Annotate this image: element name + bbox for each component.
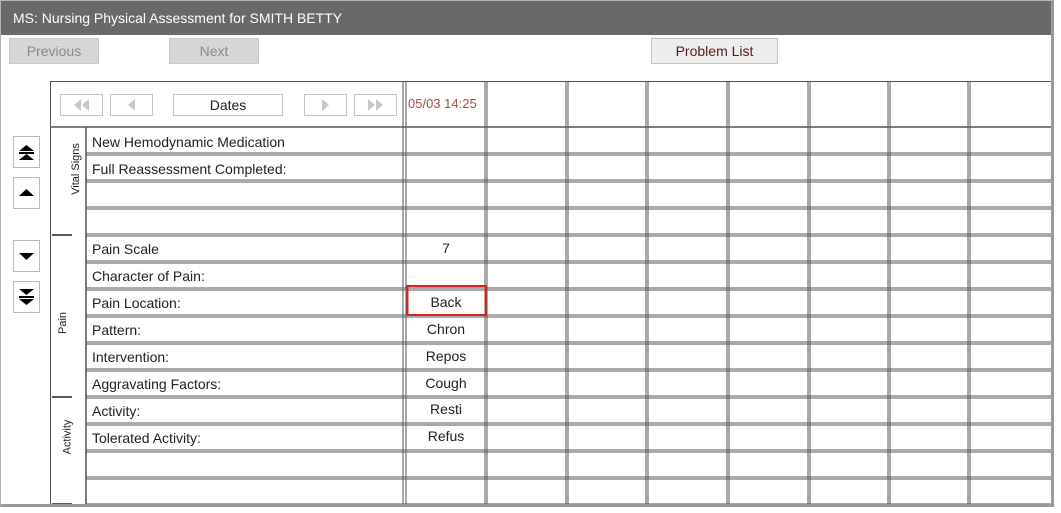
row-label-pain-location: Pain Location:	[92, 295, 181, 311]
first-dates-button[interactable]	[60, 94, 103, 116]
up-arrow-icon	[19, 189, 34, 196]
cell-tolerated-activity[interactable]: Refus	[407, 428, 485, 444]
row-label-pattern: Pattern:	[92, 322, 142, 338]
previous-button[interactable]: Previous	[9, 38, 99, 64]
double-left-arrow-icon	[74, 99, 89, 111]
window-title: MS: Nursing Physical Assessment for SMIT…	[1, 1, 1051, 35]
right-arrow-icon	[322, 99, 329, 111]
last-dates-button[interactable]	[354, 94, 397, 116]
double-up-arrow-icon	[19, 145, 34, 160]
cell-pain-scale[interactable]: 7	[407, 240, 485, 256]
next-button[interactable]: Next	[169, 38, 259, 64]
previous-dates-button[interactable]	[110, 94, 153, 116]
row-label-character-of-pain: Character of Pain:	[92, 268, 205, 284]
double-right-arrow-icon	[368, 99, 383, 111]
cell-activity[interactable]: Resti	[407, 401, 485, 417]
row-label-tolerated-activity: Tolerated Activity:	[92, 430, 201, 446]
down-arrow-icon	[19, 253, 34, 260]
scroll-down-button[interactable]	[13, 240, 40, 272]
next-dates-button[interactable]	[304, 94, 347, 116]
section-pain: Pain	[57, 311, 69, 335]
dates-label: Dates	[173, 94, 283, 116]
problem-list-button[interactable]: Problem List	[651, 38, 778, 64]
row-label-full-reassessment: Full Reassessment Completed:	[92, 161, 287, 177]
section-activity: Activity	[61, 419, 74, 455]
row-label-aggravating-factors: Aggravating Factors:	[92, 376, 222, 392]
cell-aggravating-factors[interactable]: Cough	[407, 375, 485, 391]
section-vital-signs: Vital Signs	[69, 143, 82, 195]
assessment-window: MS: Nursing Physical Assessment for SMIT…	[0, 0, 1054, 507]
column-date-header[interactable]: 05/03 14:25	[408, 96, 488, 111]
double-down-arrow-icon	[19, 289, 34, 305]
row-label-intervention: Intervention:	[92, 349, 170, 365]
row-label-activity: Activity:	[92, 403, 141, 419]
scroll-up-button[interactable]	[13, 177, 40, 209]
scroll-bottom-button[interactable]	[13, 281, 40, 313]
row-label-hemodynamic-medication: New Hemodynamic Medication	[92, 134, 285, 150]
left-arrow-icon	[128, 99, 135, 111]
row-label-pain-scale: Pain Scale	[92, 241, 159, 257]
cell-pattern[interactable]: Chron	[407, 321, 485, 337]
cell-pain-location[interactable]: Back	[407, 294, 485, 310]
assessment-grid: Dates 05/03 14:25 Vital Signs Pain Activ…	[50, 81, 1051, 504]
cell-intervention[interactable]: Repos	[407, 348, 485, 364]
scroll-top-button[interactable]	[13, 136, 40, 168]
